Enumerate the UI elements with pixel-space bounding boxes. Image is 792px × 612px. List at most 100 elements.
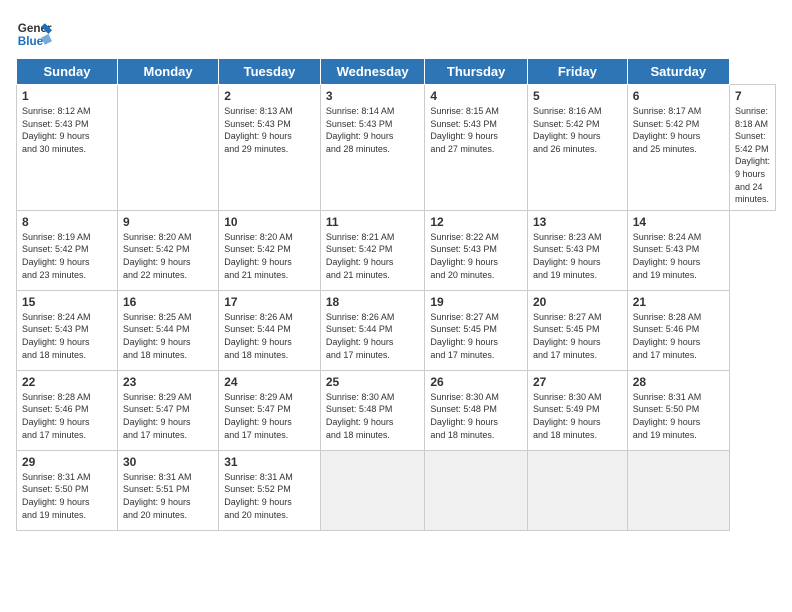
calendar-day: 7 Sunrise: 8:18 AMSunset: 5:42 PMDaylight… — [729, 85, 775, 211]
day-info: Sunrise: 8:25 AMSunset: 5:44 PMDaylight:… — [123, 312, 192, 360]
day-info: Sunrise: 8:16 AMSunset: 5:42 PMDaylight:… — [533, 106, 602, 154]
calendar-week: 1 Sunrise: 8:12 AMSunset: 5:43 PMDaylight… — [17, 85, 776, 211]
page-container: General Blue SundayMondayTuesdayWednesda… — [0, 0, 792, 539]
calendar-day: 26 Sunrise: 8:30 AMSunset: 5:48 PMDayligh… — [425, 370, 528, 450]
day-number: 7 — [735, 89, 770, 103]
calendar-day: 3 Sunrise: 8:14 AMSunset: 5:43 PMDaylight… — [320, 85, 425, 211]
day-number: 11 — [326, 215, 420, 229]
calendar-day: 19Sunrise: 8:27 AMSunset: 5:45 PMDayligh… — [425, 290, 528, 370]
day-number: 20 — [533, 295, 622, 309]
day-number: 4 — [430, 89, 522, 103]
day-number: 5 — [533, 89, 622, 103]
calendar-day: 4Sunrise: 8:15 AMSunset: 5:43 PMDaylight… — [425, 85, 528, 211]
day-number: 17 — [224, 295, 315, 309]
day-number: 9 — [123, 215, 213, 229]
calendar-week: 29Sunrise: 8:31 AMSunset: 5:50 PMDayligh… — [17, 450, 776, 530]
day-number: 16 — [123, 295, 213, 309]
day-info: Sunrise: 8:28 AMSunset: 5:46 PMDaylight:… — [22, 392, 91, 440]
day-number: 15 — [22, 295, 112, 309]
day-number: 13 — [533, 215, 622, 229]
calendar-day: 10 Sunrise: 8:20 AMSunset: 5:42 PMDayligh… — [219, 210, 321, 290]
day-info: Sunrise: 8:18 AMSunset: 5:42 PMDaylight:… — [735, 106, 770, 204]
day-info: Sunrise: 8:30 AMSunset: 5:48 PMDaylight:… — [430, 392, 499, 440]
calendar-day: 21 Sunrise: 8:28 AMSunset: 5:46 PMDayligh… — [627, 290, 729, 370]
calendar-day — [627, 450, 729, 530]
day-info: Sunrise: 8:24 AMSunset: 5:43 PMDaylight:… — [633, 232, 702, 280]
calendar-week: 22 Sunrise: 8:28 AMSunset: 5:46 PMDayligh… — [17, 370, 776, 450]
day-info: Sunrise: 8:19 AMSunset: 5:42 PMDaylight:… — [22, 232, 91, 280]
day-number: 23 — [123, 375, 213, 389]
day-header-row: SundayMondayTuesdayWednesdayThursdayFrid… — [17, 59, 776, 85]
day-info: Sunrise: 8:13 AMSunset: 5:43 PMDaylight:… — [224, 106, 293, 154]
calendar-day: 18Sunrise: 8:26 AMSunset: 5:44 PMDayligh… — [320, 290, 425, 370]
day-info: Sunrise: 8:21 AMSunset: 5:42 PMDaylight:… — [326, 232, 395, 280]
day-info: Sunrise: 8:23 AMSunset: 5:43 PMDaylight:… — [533, 232, 602, 280]
calendar-day: 20Sunrise: 8:27 AMSunset: 5:45 PMDayligh… — [527, 290, 627, 370]
day-number: 14 — [633, 215, 724, 229]
day-of-week-friday: Friday — [527, 59, 627, 85]
calendar-day: 12Sunrise: 8:22 AMSunset: 5:43 PMDayligh… — [425, 210, 528, 290]
day-number: 31 — [224, 455, 315, 469]
calendar-day: 22 Sunrise: 8:28 AMSunset: 5:46 PMDayligh… — [17, 370, 118, 450]
day-number: 27 — [533, 375, 622, 389]
calendar-day: 29Sunrise: 8:31 AMSunset: 5:50 PMDayligh… — [17, 450, 118, 530]
calendar-day: 23Sunrise: 8:29 AMSunset: 5:47 PMDayligh… — [117, 370, 218, 450]
day-of-week-sunday: Sunday — [17, 59, 118, 85]
calendar-day: 2 Sunrise: 8:13 AMSunset: 5:43 PMDaylight… — [219, 85, 321, 211]
day-of-week-thursday: Thursday — [425, 59, 528, 85]
day-number: 22 — [22, 375, 112, 389]
day-info: Sunrise: 8:14 AMSunset: 5:43 PMDaylight:… — [326, 106, 395, 154]
calendar-week: 15 Sunrise: 8:24 AMSunset: 5:43 PMDayligh… — [17, 290, 776, 370]
day-number: 1 — [22, 89, 112, 103]
calendar-day: 14 Sunrise: 8:24 AMSunset: 5:43 PMDayligh… — [627, 210, 729, 290]
day-number: 12 — [430, 215, 522, 229]
calendar-day — [527, 450, 627, 530]
day-number: 2 — [224, 89, 315, 103]
day-info: Sunrise: 8:20 AMSunset: 5:42 PMDaylight:… — [224, 232, 293, 280]
day-info: Sunrise: 8:20 AMSunset: 5:42 PMDaylight:… — [123, 232, 192, 280]
day-info: Sunrise: 8:26 AMSunset: 5:44 PMDaylight:… — [224, 312, 293, 360]
calendar-day: 25 Sunrise: 8:30 AMSunset: 5:48 PMDayligh… — [320, 370, 425, 450]
calendar-day: 28 Sunrise: 8:31 AMSunset: 5:50 PMDayligh… — [627, 370, 729, 450]
day-number: 10 — [224, 215, 315, 229]
logo: General Blue — [16, 16, 52, 52]
calendar-day: 15 Sunrise: 8:24 AMSunset: 5:43 PMDayligh… — [17, 290, 118, 370]
day-number: 21 — [633, 295, 724, 309]
calendar-day: 5 Sunrise: 8:16 AMSunset: 5:42 PMDaylight… — [527, 85, 627, 211]
day-number: 8 — [22, 215, 112, 229]
calendar-day: 13 Sunrise: 8:23 AMSunset: 5:43 PMDayligh… — [527, 210, 627, 290]
calendar-day — [117, 85, 218, 211]
day-info: Sunrise: 8:26 AMSunset: 5:44 PMDaylight:… — [326, 312, 395, 360]
day-number: 30 — [123, 455, 213, 469]
calendar-day — [320, 450, 425, 530]
day-info: Sunrise: 8:30 AMSunset: 5:49 PMDaylight:… — [533, 392, 602, 440]
calendar-day: 27 Sunrise: 8:30 AMSunset: 5:49 PMDayligh… — [527, 370, 627, 450]
calendar-day — [425, 450, 528, 530]
calendar-day: 31Sunrise: 8:31 AMSunset: 5:52 PMDayligh… — [219, 450, 321, 530]
day-info: Sunrise: 8:31 AMSunset: 5:50 PMDaylight:… — [633, 392, 702, 440]
day-number: 26 — [430, 375, 522, 389]
day-number: 25 — [326, 375, 420, 389]
day-of-week-monday: Monday — [117, 59, 218, 85]
calendar-day: 24Sunrise: 8:29 AMSunset: 5:47 PMDayligh… — [219, 370, 321, 450]
day-number: 6 — [633, 89, 724, 103]
calendar-day: 6Sunrise: 8:17 AMSunset: 5:42 PMDaylight… — [627, 85, 729, 211]
day-number: 19 — [430, 295, 522, 309]
calendar-day: 11 Sunrise: 8:21 AMSunset: 5:42 PMDayligh… — [320, 210, 425, 290]
logo-icon: General Blue — [16, 16, 52, 52]
calendar-week: 8 Sunrise: 8:19 AMSunset: 5:42 PMDaylight… — [17, 210, 776, 290]
day-info: Sunrise: 8:12 AMSunset: 5:43 PMDaylight:… — [22, 106, 91, 154]
day-of-week-wednesday: Wednesday — [320, 59, 425, 85]
day-info: Sunrise: 8:31 AMSunset: 5:50 PMDaylight:… — [22, 472, 91, 520]
svg-text:Blue: Blue — [18, 35, 44, 48]
day-info: Sunrise: 8:30 AMSunset: 5:48 PMDaylight:… — [326, 392, 395, 440]
calendar-day: 8 Sunrise: 8:19 AMSunset: 5:42 PMDaylight… — [17, 210, 118, 290]
day-of-week-tuesday: Tuesday — [219, 59, 321, 85]
day-info: Sunrise: 8:28 AMSunset: 5:46 PMDaylight:… — [633, 312, 702, 360]
day-number: 3 — [326, 89, 420, 103]
calendar: SundayMondayTuesdayWednesdayThursdayFrid… — [16, 58, 776, 531]
day-number: 28 — [633, 375, 724, 389]
calendar-day: 9 Sunrise: 8:20 AMSunset: 5:42 PMDaylight… — [117, 210, 218, 290]
calendar-body: 1 Sunrise: 8:12 AMSunset: 5:43 PMDaylight… — [17, 85, 776, 531]
day-info: Sunrise: 8:24 AMSunset: 5:43 PMDaylight:… — [22, 312, 91, 360]
